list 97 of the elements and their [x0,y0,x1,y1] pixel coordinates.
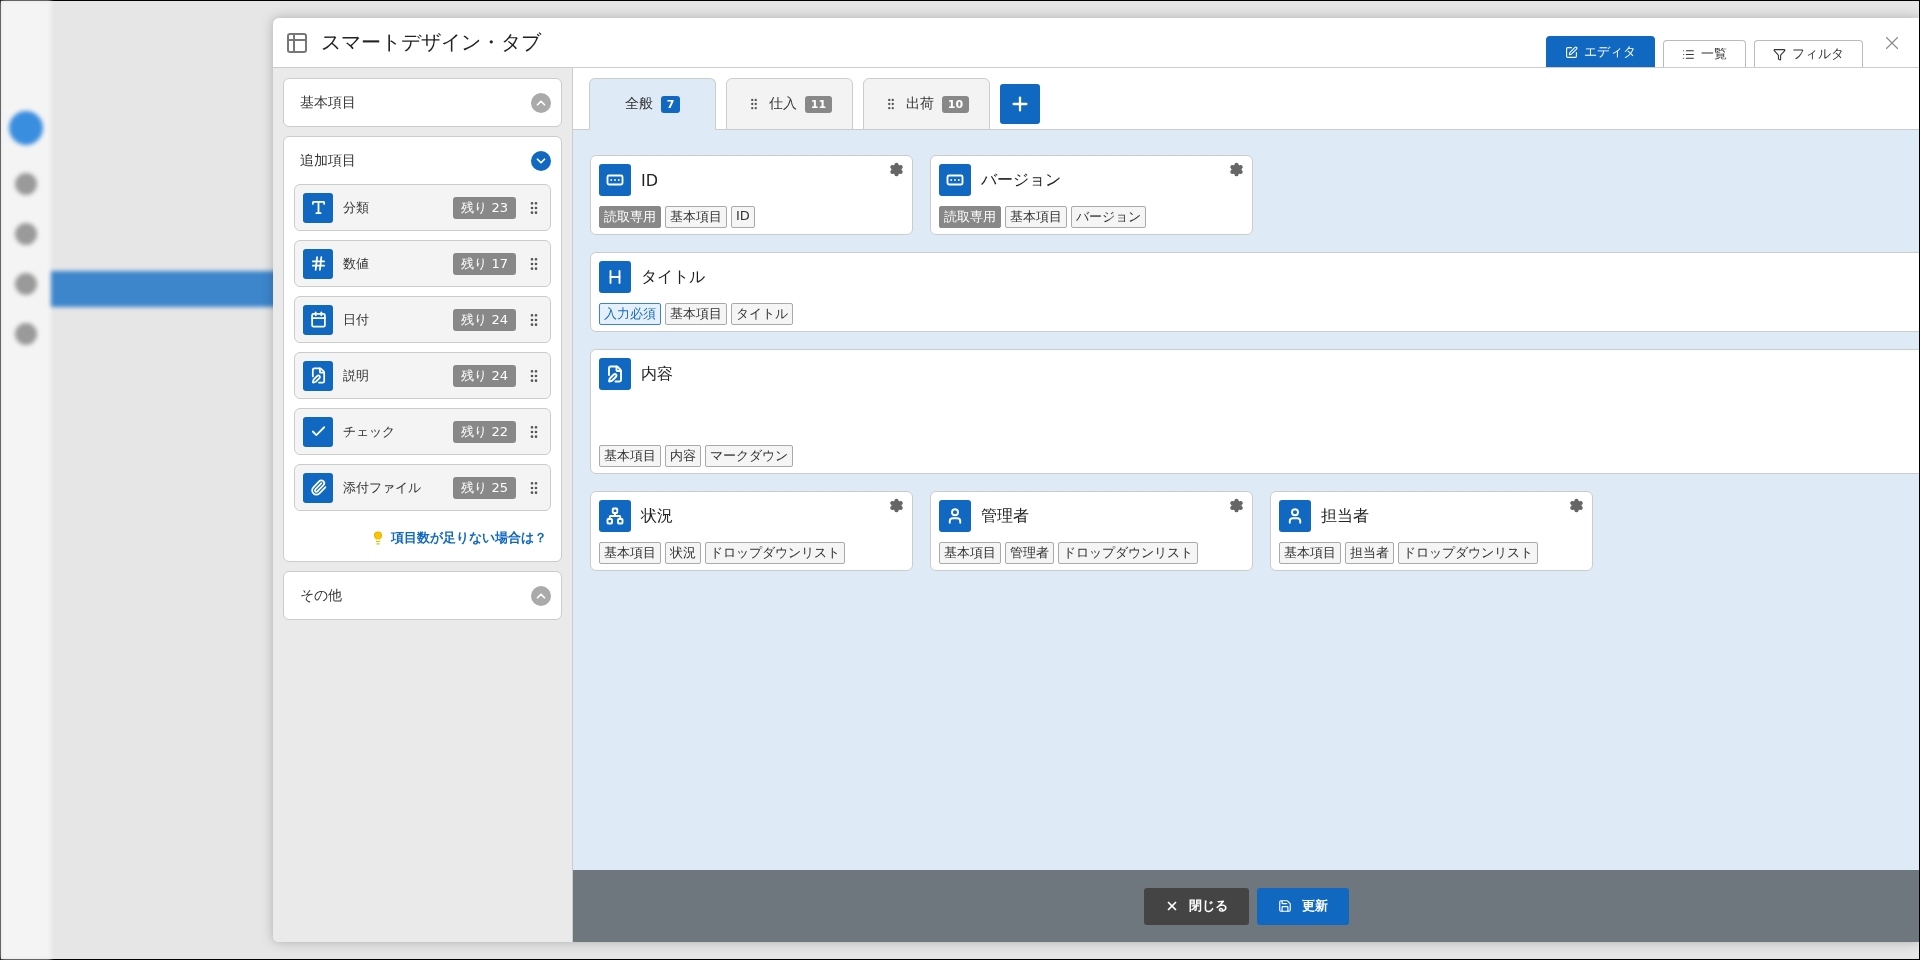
field-title: 内容 [641,363,673,385]
field-tag: 基本項目 [1005,206,1067,228]
list-icon [1682,47,1695,61]
blurred-icon [15,323,37,345]
field-type-item[interactable]: 添付ファイル 残り 25 [294,464,551,511]
heading-icon [599,261,631,293]
number-field-icon [599,164,631,196]
calendar-icon [303,304,333,335]
table-icon [285,30,309,55]
field-tag: 状況 [665,542,701,564]
field-card[interactable]: ID 読取専用 基本項目 ID [590,155,913,235]
field-title: バージョン [981,169,1061,191]
field-card[interactable]: 状況 基本項目 状況 ドロップダウンリスト [590,491,913,571]
field-tag: バージョン [1071,206,1146,228]
item-label: 数値 [343,254,370,273]
paperclip-icon [303,472,333,503]
update-button[interactable]: 更新 [1256,887,1349,925]
filter-icon [1773,47,1786,61]
settings-icon[interactable] [1569,498,1584,513]
edit-icon [1565,45,1578,59]
dialog-title: スマートデザイン・タブ [321,29,541,56]
field-title: 担当者 [1321,505,1369,527]
field-card[interactable]: 内容 基本項目 内容 マークダウン [590,349,1919,474]
field-type-item[interactable]: チェック 残り 22 [294,408,551,455]
field-tag: タイトル [731,303,793,325]
section-title: 追加項目 [300,151,356,170]
tab[interactable]: 出荷 10 [863,78,990,130]
blurred-icon [15,273,37,295]
field-tag: 読取専用 [599,206,661,228]
field-type-item[interactable]: 分類 残り 23 [294,184,551,231]
remaining-count: 残り 17 [453,252,516,275]
remaining-count: 残り 25 [453,476,516,499]
field-tag: 基本項目 [1279,542,1341,564]
remaining-count: 残り 22 [453,420,516,443]
field-tag: 基本項目 [939,542,1001,564]
field-tag: 担当者 [1345,542,1394,564]
blurred-icon [15,173,37,195]
section-title: その他 [300,586,342,605]
field-card[interactable]: バージョン 読取専用 基本項目 バージョン [930,155,1253,235]
field-tag: ドロップダウンリスト [705,542,845,564]
edit-text-icon [599,358,631,390]
field-tag: 管理者 [1005,542,1054,564]
view-tab[interactable]: 一覧 [1663,40,1746,67]
field-tag: 基本項目 [665,206,727,228]
blurred-icon [9,111,43,145]
add-tab-button[interactable] [1000,83,1040,124]
tab[interactable]: 仕入 11 [726,78,853,130]
field-tag: マークダウン [705,445,793,467]
check-icon [303,416,333,447]
field-tag: 基本項目 [599,445,661,467]
remaining-count: 残り 23 [453,196,516,219]
field-card[interactable]: タイトル 入力必須 基本項目 タイトル [590,252,1919,332]
settings-icon[interactable] [889,162,904,177]
user-icon [1279,500,1311,532]
settings-icon[interactable] [1229,498,1244,513]
view-tab[interactable]: フィルタ [1754,40,1863,67]
view-tab[interactable]: エディタ [1546,36,1655,67]
network-icon [599,500,631,532]
field-tag: 基本項目 [599,542,661,564]
field-tag: 内容 [665,445,701,467]
field-tag: ドロップダウンリスト [1398,542,1538,564]
lightbulb-icon [371,531,385,545]
number-field-icon [939,164,971,196]
tab[interactable]: 全般 7 [589,78,716,130]
save-icon [1277,899,1292,913]
field-card[interactable]: 管理者 基本項目 管理者 ドロップダウンリスト [930,491,1253,571]
settings-icon[interactable] [889,498,904,513]
field-title: タイトル [641,266,705,288]
field-title: 状況 [641,505,673,527]
field-tag: 入力必須 [599,303,661,325]
field-title: ID [641,170,659,190]
field-type-item[interactable]: 日付 残り 24 [294,296,551,343]
item-label: 添付ファイル [343,478,422,497]
item-label: チェック [343,422,396,441]
settings-icon[interactable] [1229,162,1244,177]
remaining-count: 残り 24 [453,364,516,387]
field-card[interactable]: 担当者 基本項目 担当者 ドロップダウンリスト [1270,491,1593,571]
remaining-count: 残り 24 [453,308,516,331]
field-type-item[interactable]: 数値 残り 17 [294,240,551,287]
number-icon [303,248,333,279]
text-type-icon [303,192,333,223]
field-tag: ドロップダウンリスト [1058,542,1198,564]
item-label: 日付 [343,310,370,329]
field-type-item[interactable]: 説明 残り 24 [294,352,551,399]
item-label: 分類 [343,198,370,217]
field-tag: 基本項目 [665,303,727,325]
chevron-icon[interactable] [531,150,551,171]
field-tag: 読取専用 [939,206,1001,228]
field-tag: ID [731,206,755,228]
user-icon [939,500,971,532]
edit-text-icon [303,360,333,391]
field-title: 管理者 [981,505,1029,527]
item-label: 説明 [343,366,370,385]
help-link[interactable]: 項目数が足りない場合は？ [294,511,551,561]
blurred-icon [15,223,37,245]
section-title: 基本項目 [300,93,356,112]
close-button[interactable]: 閉じる [1143,887,1249,925]
